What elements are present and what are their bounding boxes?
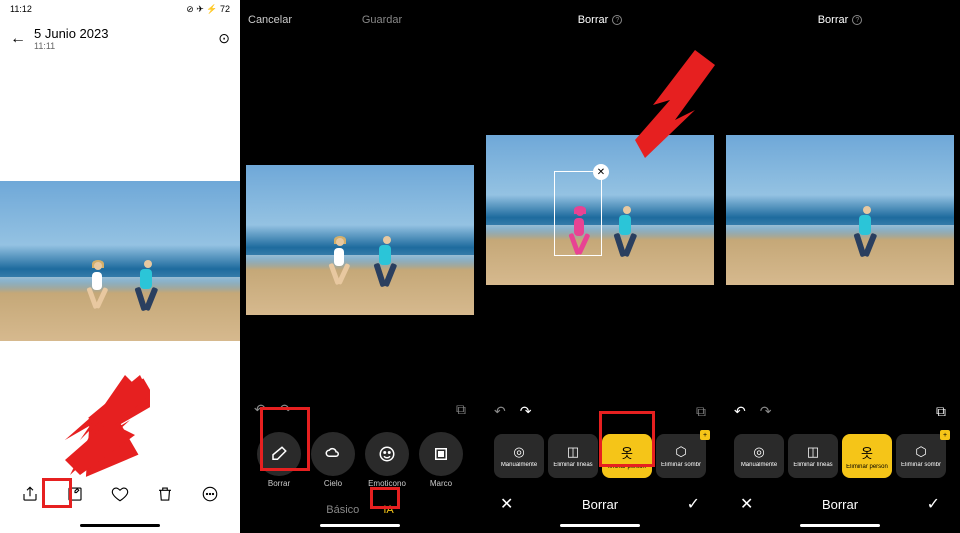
title-block: 5 Junio 2023 11:11 [34,26,108,51]
mode-tabs: Básico IA [240,494,480,520]
tutorial-highlight-edit [42,478,72,508]
cast-icon[interactable]: ⊙ [218,30,230,47]
confirm-button[interactable]: ✓ [687,494,700,514]
more-icon[interactable] [200,484,220,504]
mode-manual[interactable]: ◎Manualmente [494,434,544,478]
tab-basic[interactable]: Básico [326,504,359,516]
editor-canvas[interactable] [240,160,480,320]
compare-icon[interactable]: ⧉ [696,403,706,420]
undo-row: ↶ ↷ ⧉ [720,395,960,428]
confirm-label: Borrar [582,497,618,512]
home-indicator[interactable] [800,524,880,527]
beach-photo [0,181,240,341]
editor-view-1: Cancelar Guardar ↶ ↷ ⧉ Borrar Cielo Emot… [240,0,480,533]
gallery-view: 11:12 ⊘ ✈ ⚡ 72 ← 5 Junio 2023 11:11 ⊙ [0,0,240,533]
help-icon[interactable]: ? [852,15,862,25]
erase-modes: ◎Manualmente ◫Eliminar líneas 옷Eliminar … [720,428,960,484]
mode-shadow[interactable]: ⬡Eliminar sombr+ [656,434,706,478]
editor-title: Borrar? [818,14,863,26]
editor-view-3: Borrar? ↶ ↷ ⧉ ◎Manualmente ◫Eliminar lín… [720,0,960,533]
cancel-button[interactable]: ✕ [500,494,513,514]
status-bar: 11:12 ⊘ ✈ ⚡ 72 [0,0,240,20]
home-indicator[interactable] [320,524,400,527]
home-indicator[interactable] [80,524,160,527]
home-indicator[interactable] [560,524,640,527]
cancel-button[interactable]: Cancelar [248,14,292,26]
tool-emoji[interactable]: Emoticono [365,432,409,488]
photo-time: 11:11 [34,41,108,51]
tutorial-highlight-ia [370,487,400,509]
mode-manual[interactable]: ◎Manualmente [734,434,784,478]
deselect-icon[interactable]: ✕ [593,164,609,180]
help-icon[interactable]: ? [612,15,622,25]
editor-title: Borrar? [578,14,623,26]
editor-header: Borrar? [720,0,960,40]
tutorial-highlight-erase [260,407,310,471]
tutorial-arrow-1 [60,370,150,480]
premium-badge: + [940,430,950,440]
mode-shadow[interactable]: ⬡Eliminar sombr+ [896,434,946,478]
status-right: ⊘ ✈ ⚡ 72 [186,4,230,20]
undo-icon[interactable]: ↶ [494,403,506,420]
tutorial-highlight-person [599,411,655,467]
confirm-row: ✕ Borrar ✓ [720,484,960,520]
editor-view-2: Borrar? ✕ ↶ ↷ ⧉ ◎Manualmente ◫Eliminar l… [480,0,720,533]
favorite-icon[interactable] [110,484,130,504]
redo-icon[interactable]: ↷ [760,403,772,420]
mode-person[interactable]: 옷Eliminar person [842,434,892,478]
delete-icon[interactable] [155,484,175,504]
tool-frame[interactable]: Marco [419,432,463,488]
status-time: 11:12 [10,4,32,20]
compare-icon[interactable]: ⧉ [456,401,466,418]
cancel-button[interactable]: ✕ [740,494,753,514]
tool-sky[interactable]: Cielo [311,432,355,488]
editor-header: Borrar? [480,0,720,40]
mode-lines[interactable]: ◫Eliminar líneas [548,434,598,478]
back-icon[interactable]: ← [10,30,26,48]
share-icon[interactable] [20,484,40,504]
mode-lines[interactable]: ◫Eliminar líneas [788,434,838,478]
confirm-label: Borrar [822,497,858,512]
beach-photo [246,165,474,315]
save-button[interactable]: Guardar [362,14,402,26]
editor-header: Cancelar Guardar [240,0,480,40]
editor-canvas[interactable] [720,130,960,290]
selection-box[interactable]: ✕ [554,171,602,256]
redo-icon[interactable]: ↷ [520,403,532,420]
undo-icon[interactable]: ↶ [734,403,746,420]
compare-icon[interactable]: ⧉ [936,403,946,420]
photo-date: 5 Junio 2023 [34,26,108,41]
confirm-row: ✕ Borrar ✓ [480,484,720,520]
beach-photo-result [726,135,954,285]
confirm-button[interactable]: ✓ [927,494,940,514]
premium-badge: + [700,430,710,440]
tutorial-arrow-2 [635,50,715,160]
gallery-header: ← 5 Junio 2023 11:11 ⊙ [0,20,240,57]
